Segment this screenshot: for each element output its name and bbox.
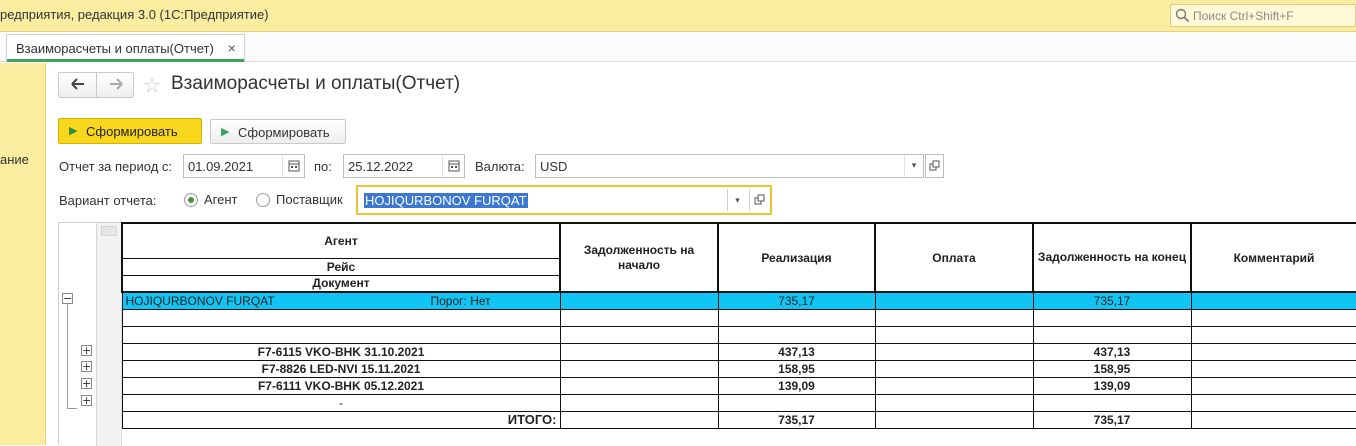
tab-close-icon[interactable]: ×	[228, 40, 236, 56]
date-to-field[interactable]: 25.12.2022	[343, 154, 465, 178]
search-placeholder: Поиск Ctrl+Shift+F	[1193, 9, 1294, 23]
left-sections-panel: ание	[0, 63, 46, 445]
variant-label: Вариант отчета:	[59, 193, 157, 208]
total-label: ИТОГО:	[121, 410, 561, 429]
tab-active-indicator	[7, 59, 244, 62]
open-icon	[929, 160, 940, 171]
col-header-sales: Реализация	[717, 222, 876, 293]
agent-open-button[interactable]	[749, 189, 769, 211]
collapse-icon[interactable]: −	[62, 293, 73, 304]
expand-icon[interactable]: +	[81, 378, 92, 389]
col-header-comment: Комментарий	[1190, 222, 1356, 293]
radio-supplier[interactable]	[256, 193, 270, 207]
table-row[interactable]: -	[121, 393, 1356, 412]
radio-agent[interactable]	[184, 193, 198, 207]
agent-threshold: Порог: Нет	[430, 294, 491, 308]
agent-select[interactable]: HOJIQURBONOV FURQAT ▾	[356, 185, 772, 215]
calendar-icon[interactable]	[282, 155, 304, 177]
currency-select[interactable]: USD ▾	[535, 154, 924, 178]
expand-icon[interactable]: +	[81, 345, 92, 356]
search-icon	[1175, 8, 1190, 26]
report-table-wrapper: Агент Задолженность на начало Реализация…	[121, 222, 1356, 429]
grouping-gutter	[59, 223, 97, 446]
tab-report[interactable]: Взаиморасчеты и оплаты(Отчет) ×	[6, 34, 245, 62]
chevron-down-icon[interactable]: ▾	[727, 189, 747, 211]
generate-button-secondary[interactable]: ▶ Сформировать	[210, 119, 346, 144]
flight-sales: 158,95	[717, 359, 876, 378]
window-titlebar: редприятия, редакция 3.0 (1С:Предприятие…	[0, 0, 1356, 32]
currency-value: USD	[540, 159, 568, 174]
radio-agent-label[interactable]: Агент	[204, 192, 238, 207]
left-panel-item[interactable]: ание	[0, 152, 29, 167]
empty-row-dash: -	[121, 393, 561, 412]
play-icon: ▶	[221, 126, 230, 138]
global-search-input[interactable]: Поиск Ctrl+Shift+F	[1170, 4, 1356, 27]
flight-name: F7-6111 VKO-BHK 05.12.2021	[121, 376, 561, 395]
table-row	[121, 308, 1356, 327]
generate-button-primary[interactable]: ▶ Сформировать	[58, 118, 202, 144]
table-row-flight[interactable]: F7-6115 VKO-BHK 31.10.2021 437,13 437,13	[121, 342, 1356, 361]
flight-sales: 139,09	[717, 376, 876, 395]
calendar-icon[interactable]	[442, 155, 464, 177]
app-title: редприятия, редакция 3.0 (1С:Предприятие…	[0, 7, 269, 22]
col-header-reis: Рейс	[121, 257, 561, 276]
table-row-total: ИТОГО: 735,17 735,17	[121, 410, 1356, 429]
flight-debt-end: 158,95	[1032, 359, 1192, 378]
tab-label: Взаиморасчеты и оплаты(Отчет)	[16, 41, 214, 56]
agent-sales: 735,17	[717, 291, 876, 310]
tab-bar: Взаиморасчеты и оплаты(Отчет) ×	[0, 32, 1356, 62]
play-icon: ▶	[69, 125, 78, 137]
agent-debt-end: 735,17	[1032, 291, 1192, 310]
table-row-agent[interactable]: HOJIQURBONOV FURQAT Порог: Нет 735,17 73…	[121, 291, 1356, 310]
currency-label: Валюта:	[475, 159, 525, 174]
col-header-debt-start: Задолженность на начало	[559, 222, 719, 293]
row-header-gutter	[97, 223, 122, 446]
tree-line	[67, 408, 77, 409]
tree-line	[67, 304, 68, 408]
col-header-payment: Оплата	[874, 222, 1034, 293]
flight-sales: 437,13	[717, 342, 876, 361]
col-header-document: Документ	[121, 274, 561, 293]
total-debt-end: 735,17	[1032, 410, 1192, 429]
table-row-flight[interactable]: F7-6111 VKO-BHK 05.12.2021 139,09 139,09	[121, 376, 1356, 395]
agent-value: HOJIQURBONOV FURQAT	[364, 193, 528, 208]
table-row	[121, 325, 1356, 344]
open-icon	[754, 194, 765, 205]
grid-corner	[101, 226, 117, 236]
flight-name: F7-8826 LED-NVI 15.11.2021	[121, 359, 561, 378]
generate-button-label: Сформировать	[86, 124, 178, 139]
col-header-agent: Агент	[121, 222, 561, 259]
report-table: Агент Задолженность на начало Реализация…	[121, 222, 1356, 429]
date-to-value: 25.12.2022	[348, 159, 414, 174]
nav-buttons	[58, 72, 134, 98]
generate-button-label: Сформировать	[238, 125, 330, 140]
flight-debt-end: 139,09	[1032, 376, 1192, 395]
expand-icon[interactable]: +	[81, 395, 92, 406]
total-sales: 735,17	[717, 410, 876, 429]
flight-debt-end: 437,13	[1032, 342, 1192, 361]
chevron-down-icon[interactable]: ▾	[904, 155, 923, 177]
radio-supplier-label[interactable]: Поставщик	[276, 192, 343, 207]
forward-arrow-icon[interactable]	[97, 73, 135, 97]
col-header-debt-end: Задолженность на конец	[1032, 222, 1192, 293]
agent-name: HOJIQURBONOV FURQAT	[125, 293, 275, 308]
expand-icon[interactable]: +	[81, 361, 92, 372]
page-title: Взаиморасчеты и оплаты(Отчет)	[171, 73, 461, 94]
currency-open-button[interactable]	[925, 154, 944, 178]
favorite-star-icon[interactable]: ☆	[143, 73, 161, 98]
date-from-field[interactable]: 01.09.2021	[183, 154, 305, 178]
table-row-flight[interactable]: F7-8826 LED-NVI 15.11.2021 158,95 158,95	[121, 359, 1356, 378]
date-from-value: 01.09.2021	[188, 159, 254, 174]
flight-name: F7-6115 VKO-BHK 31.10.2021	[121, 342, 561, 361]
period-label: Отчет за период с:	[59, 159, 173, 174]
to-label: по:	[314, 159, 332, 174]
back-arrow-icon[interactable]	[59, 73, 97, 97]
